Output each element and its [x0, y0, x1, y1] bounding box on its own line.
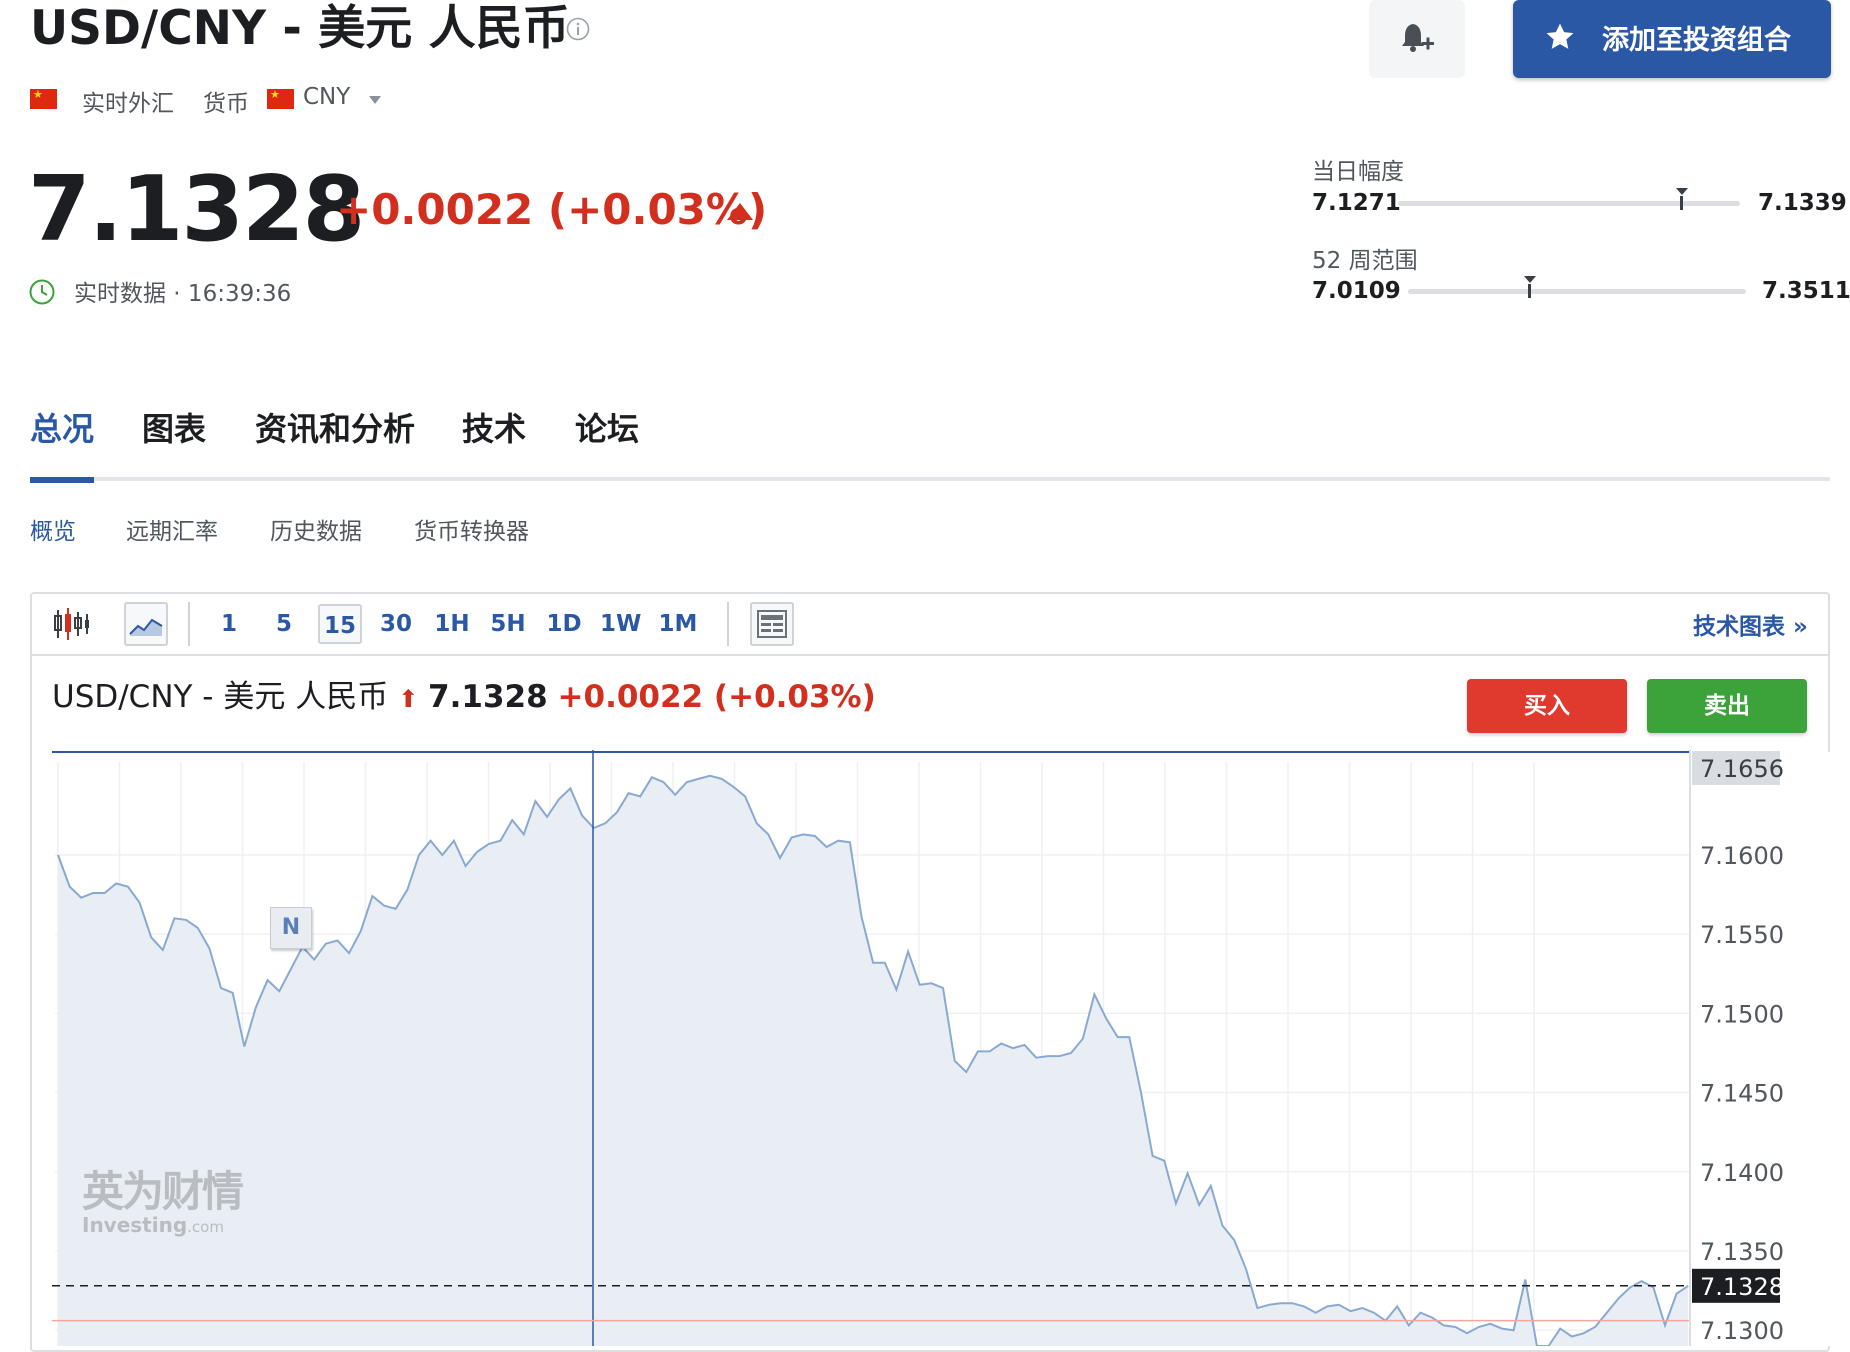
watermark-logo: 英为财情 Investing.com: [82, 1167, 244, 1237]
y-tick-label: 7.1450: [1700, 1080, 1784, 1108]
y-tick-label: 7.1550: [1700, 921, 1784, 949]
y-tick-label: 7.1500: [1700, 1000, 1784, 1028]
y-tick-label: 7.1400: [1700, 1159, 1784, 1187]
top-price-label: 7.1656: [1700, 755, 1784, 783]
price-chart[interactable]: 7.1600 7.1550 7.1500 7.1450 7.1400 7.1350 7.13…: [0, 0, 1850, 1346]
y-tick-label: 7.1300: [1700, 1317, 1784, 1345]
current-price-label: 7.1328: [1700, 1273, 1784, 1301]
news-marker[interactable]: N: [270, 907, 312, 949]
y-tick-label: 7.1600: [1700, 842, 1784, 870]
y-tick-label: 7.1350: [1700, 1238, 1784, 1266]
